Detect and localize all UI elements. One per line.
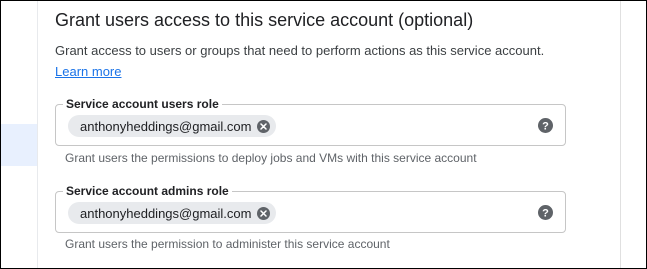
learn-more-link[interactable]: Learn more	[55, 64, 121, 79]
admins-role-hint: Grant users the permission to administer…	[65, 237, 390, 251]
users-role-field[interactable]: Service account users role anthonyheddin…	[55, 96, 566, 146]
close-circle-icon[interactable]	[257, 119, 271, 133]
admins-role-field[interactable]: Service account admins role anthonyheddi…	[55, 183, 566, 233]
admins-role-chip-text: anthonyheddings@gmail.com	[80, 205, 252, 221]
users-role-chip-text: anthonyheddings@gmail.com	[80, 118, 252, 134]
section-title: Grant users access to this service accou…	[55, 10, 474, 30]
users-role-label: Service account users role	[63, 96, 222, 112]
close-circle-icon[interactable]	[257, 206, 271, 220]
svg-text:?: ?	[542, 208, 549, 220]
help-circle-icon[interactable]: ?	[538, 205, 553, 220]
svg-text:?: ?	[542, 121, 549, 133]
right-divider	[620, 0, 621, 269]
nav-active-indicator	[0, 124, 37, 166]
admins-role-chip: anthonyheddings@gmail.com	[68, 202, 277, 224]
users-role-chip: anthonyheddings@gmail.com	[68, 115, 277, 137]
admins-role-label: Service account admins role	[63, 183, 232, 199]
section-description: Grant access to users or groups that nee…	[55, 43, 545, 58]
users-role-hint: Grant users the permissions to deploy jo…	[65, 151, 477, 165]
help-circle-icon[interactable]: ?	[538, 118, 553, 133]
